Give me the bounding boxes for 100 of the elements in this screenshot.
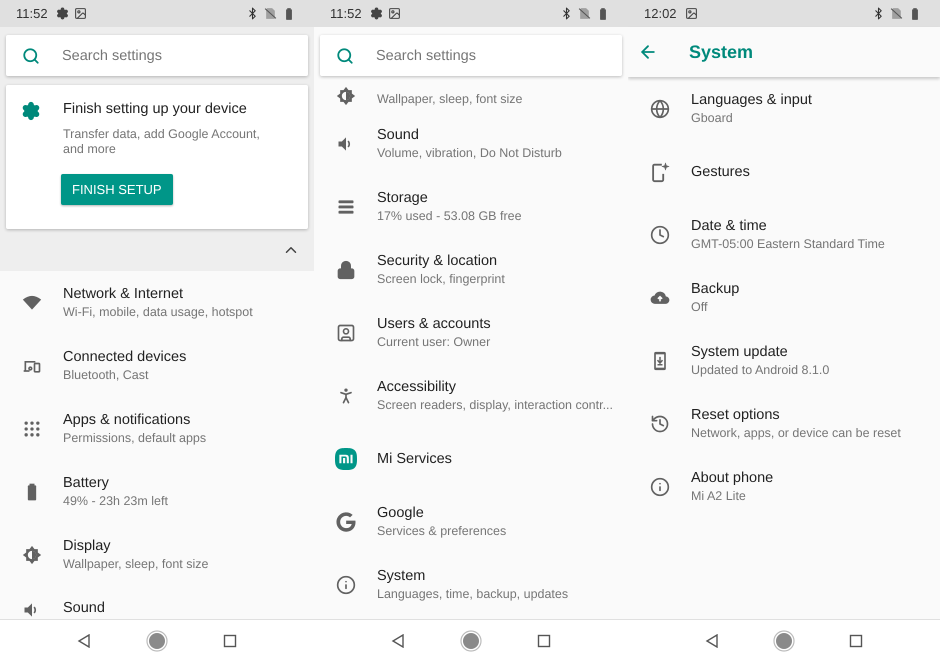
item-subtitle: Mi A2 Lite: [691, 489, 747, 503]
toolbar-title: System: [689, 42, 754, 62]
mi-logo-icon: [334, 448, 356, 470]
settings-item[interactable]: Storage 17% used - 53.08 GB free: [314, 175, 628, 238]
item-title: Date & time: [691, 218, 768, 234]
settings-item[interactable]: Sound: [0, 586, 314, 619]
item-subtitle: Wallpaper, sleep, font size: [63, 557, 208, 571]
bluetooth-icon: [872, 7, 885, 20]
item-title: Reset options: [691, 407, 781, 423]
status-time: 12:02: [644, 6, 677, 21]
history-icon: [650, 414, 670, 434]
user-icon: [336, 322, 356, 342]
info-icon: [650, 476, 670, 496]
settings-item[interactable]: Wallpaper, sleep, font size: [314, 76, 628, 112]
item-title: Mi Services: [377, 450, 452, 466]
status-time: 11:52: [16, 6, 48, 21]
info-icon: [336, 574, 356, 594]
recents-icon[interactable]: [849, 634, 863, 648]
item-subtitle: Bluetooth, Cast: [63, 368, 150, 382]
image-icon: [684, 7, 698, 20]
settings-item[interactable]: Accessibility Screen readers, display, interaction contr...: [314, 364, 628, 427]
item-subtitle: GMT-05:00 Eastern Standard Time: [691, 237, 885, 251]
bluetooth-icon: [560, 7, 573, 20]
settings-item[interactable]: Date & time GMT-05:00 Eastern Standard Time: [628, 203, 940, 266]
settings-item[interactable]: Users & accounts Current user: Owner: [314, 301, 628, 364]
item-title: Display: [63, 538, 112, 554]
item-title: Backup: [691, 281, 740, 297]
item-subtitle: Services & preferences: [377, 524, 506, 538]
image-icon: [388, 7, 401, 20]
item-title: Users & accounts: [377, 316, 491, 332]
item-subtitle: Wi-Fi, mobile, data usage, hotspot: [63, 305, 253, 319]
image-icon: [74, 7, 87, 20]
item-subtitle: Screen readers, display, interaction contr...: [377, 398, 613, 412]
home-icon[interactable]: [773, 630, 795, 652]
no-sim-icon: [264, 7, 277, 20]
back-icon[interactable]: [77, 634, 92, 648]
settings-item[interactable]: Apps & notifications Permissions, default apps: [0, 397, 314, 460]
card-text: Transfer data, add Google Account, and more: [63, 127, 261, 157]
search-field[interactable]: Search settings: [320, 35, 622, 76]
settings-item[interactable]: Backup Off: [628, 266, 940, 329]
settings-item[interactable]: Mi Services: [314, 427, 628, 490]
apps-grid-icon: [22, 418, 42, 438]
home-icon[interactable]: [146, 630, 168, 652]
settings-item[interactable]: Security & location Screen lock, fingerprint: [314, 238, 628, 301]
clock-icon: [650, 224, 670, 244]
item-title: About phone: [691, 470, 774, 486]
item-subtitle: 49% - 23h 23m left: [63, 494, 168, 508]
search-field[interactable]: Search settings: [6, 35, 308, 76]
item-subtitle: Screen lock, fingerprint: [377, 272, 505, 286]
status-time: 11:52: [330, 6, 362, 21]
settings-item[interactable]: System update Updated to Android 8.1.0: [628, 329, 940, 392]
globe-icon: [650, 98, 670, 118]
settings-item[interactable]: Connected devices Bluetooth, Cast: [0, 334, 314, 397]
settings-item[interactable]: Gestures: [628, 140, 940, 203]
item-subtitle: Gboard: [691, 111, 734, 125]
item-title: Sound: [377, 127, 420, 143]
no-sim-icon: [890, 7, 903, 20]
bluetooth-icon: [246, 7, 259, 20]
home-icon[interactable]: [460, 630, 482, 652]
search-icon: [22, 47, 40, 65]
item-subtitle: Network, apps, or device can be reset: [691, 426, 901, 440]
settings-item[interactable]: About phone Mi A2 Lite: [628, 455, 940, 518]
recents-icon[interactable]: [222, 634, 237, 648]
item-title: Storage: [377, 190, 429, 206]
item-subtitle: Current user: Owner: [377, 335, 491, 349]
item-title: Network & Internet: [63, 286, 184, 302]
item-title: System update: [691, 344, 789, 360]
brightness-icon: [22, 544, 42, 564]
no-sim-icon: [578, 7, 591, 20]
settings-item[interactable]: Reset options Network, apps, or device can be reset: [628, 392, 940, 455]
search-icon: [336, 47, 354, 65]
item-title: Apps & notifications: [63, 412, 192, 428]
item-title: Connected devices: [63, 349, 186, 365]
settings-item[interactable]: Sound Volume, vibration, Do Not Disturb: [314, 112, 628, 175]
brightness-icon: [336, 86, 356, 106]
item-subtitle: 17% used - 53.08 GB free: [377, 209, 522, 223]
item-subtitle: Permissions, default apps: [63, 431, 206, 445]
item-title: Languages & input: [691, 92, 812, 108]
item-title: Accessibility: [377, 379, 457, 395]
settings-item[interactable]: Display Wallpaper, sleep, font size: [0, 523, 314, 586]
item-title: Sound: [63, 600, 105, 616]
settings-item[interactable]: System Languages, time, backup, updates: [314, 553, 628, 616]
item-subtitle: Updated to Android 8.1.0: [691, 363, 830, 377]
settings-item[interactable]: Battery 49% - 23h 23m left: [0, 460, 314, 523]
item-subtitle: Languages, time, backup, updates: [377, 587, 568, 601]
back-icon[interactable]: [391, 634, 406, 648]
finish-setup-button[interactable]: FINISH SETUP: [61, 174, 173, 205]
settings-item[interactable]: Network & Internet Wi-Fi, mobile, data usage, hotspot: [0, 271, 314, 334]
item-title: Google: [377, 505, 425, 521]
card-title: Finish setting up your device: [63, 101, 248, 117]
item-subtitle: Volume, vibration, Do Not Disturb: [377, 146, 562, 160]
back-icon[interactable]: [705, 634, 719, 648]
recents-icon[interactable]: [536, 634, 551, 648]
item-title: Security & location: [377, 253, 498, 269]
item-subtitle: Off: [691, 300, 708, 314]
settings-item[interactable]: Google Services & preferences: [314, 490, 628, 553]
lock-icon: [336, 260, 356, 280]
google-icon: [336, 512, 356, 532]
settings-item[interactable]: Languages & input Gboard: [628, 77, 940, 140]
item-title: Gestures: [691, 164, 750, 180]
